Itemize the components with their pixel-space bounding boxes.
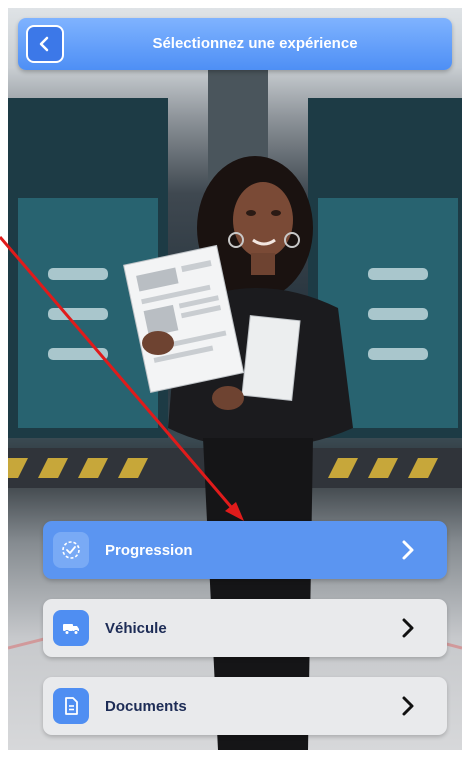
- annotation-arrow: [0, 236, 244, 521]
